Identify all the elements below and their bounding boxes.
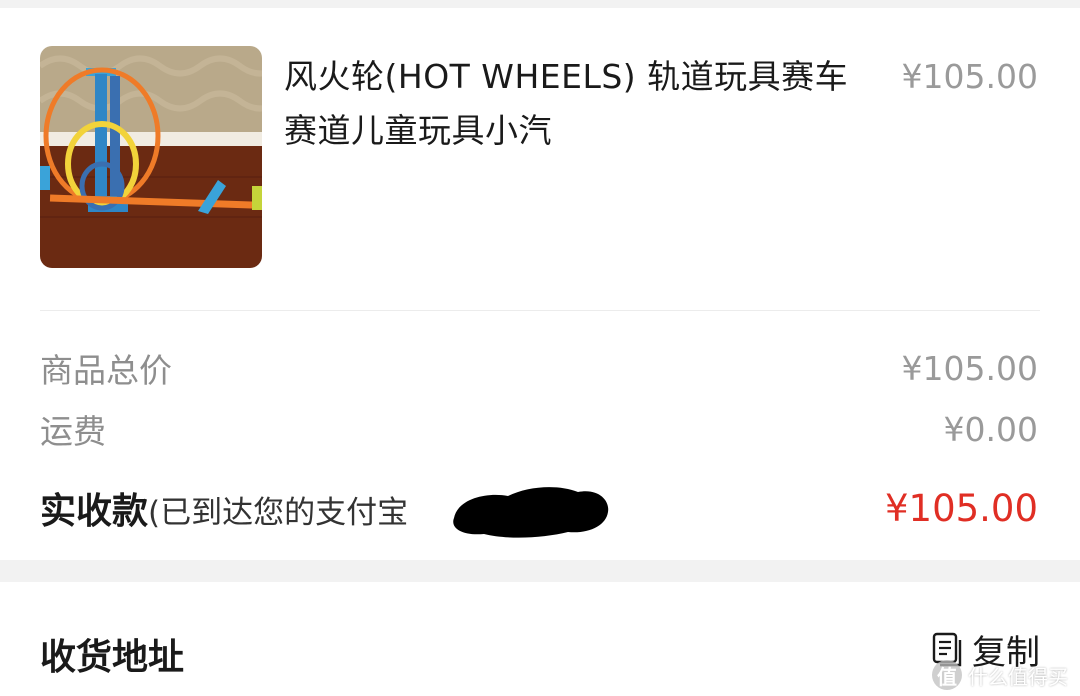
order-detail-page: 风火轮(HOT WHEELS) 轨道玩具赛车赛道儿童玩具小汽 ¥105.00 商… [0, 0, 1080, 696]
received-value: ¥105.00 [884, 486, 1038, 530]
shipping-row: 运费 ¥0.00 [40, 404, 1038, 454]
product-title[interactable]: 风火轮(HOT WHEELS) 轨道玩具赛车赛道儿童玩具小汽 [284, 50, 864, 158]
watermark-logo-icon: 值 [932, 660, 962, 690]
product-price: ¥105.00 [901, 57, 1038, 96]
received-row: 实收款 (已到达您的支付宝 ) ¥105.00 [40, 480, 1038, 538]
subtotal-row: 商品总价 ¥105.00 [40, 343, 1038, 393]
received-label-group: 实收款 (已到达您的支付宝 ) [40, 482, 609, 538]
received-note: (已到达您的支付宝 [148, 495, 409, 531]
shipping-label: 运费 [40, 412, 106, 451]
site-watermark: 值 什么值得买 [932, 660, 1068, 690]
received-label: 实收款 [40, 491, 149, 532]
address-title: 收货地址 [40, 637, 185, 678]
redaction-scribble [453, 487, 609, 538]
subtotal-label: 商品总价 [40, 351, 172, 390]
address-card: 收货地址 复制 值 什么值得买 [0, 582, 1080, 696]
product-image[interactable] [40, 46, 262, 268]
shipping-value: ¥0.00 [943, 409, 1038, 449]
subtotal-value: ¥105.00 [901, 348, 1038, 388]
order-card: 风火轮(HOT WHEELS) 轨道玩具赛车赛道儿童玩具小汽 ¥105.00 商… [0, 8, 1080, 560]
product-photo [40, 46, 262, 268]
divider [40, 310, 1040, 311]
watermark-text: 什么值得买 [968, 664, 1068, 689]
